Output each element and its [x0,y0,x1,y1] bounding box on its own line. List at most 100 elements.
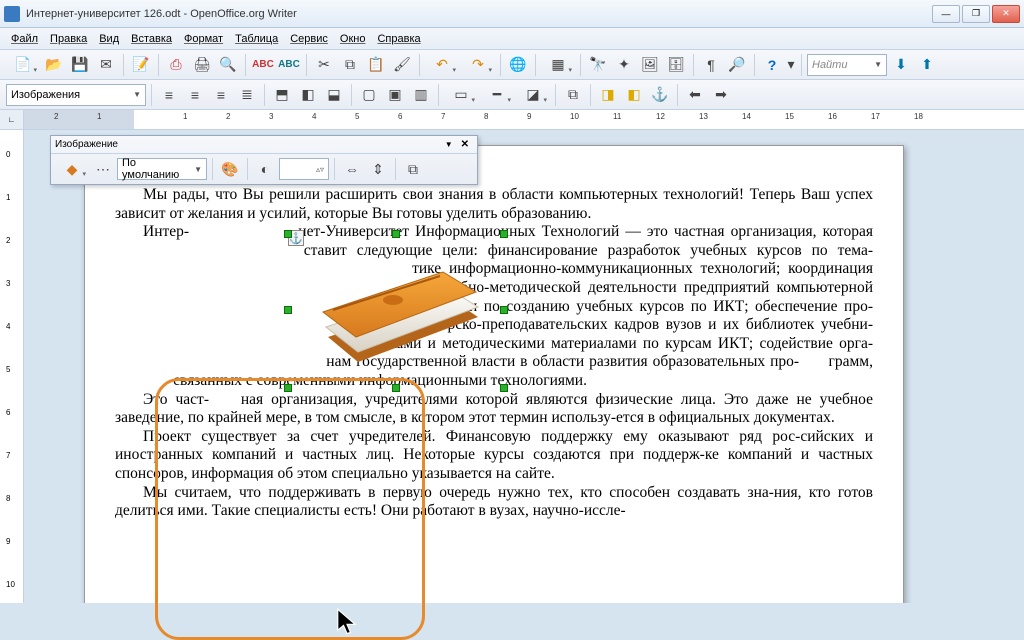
ruler-tick: 2 [54,112,58,121]
ruler-tick: 2 [226,112,230,121]
autospell-button[interactable]: ABC [277,53,301,77]
minimize-button[interactable]: — [932,5,960,23]
close-button[interactable]: ✕ [992,5,1020,23]
filter-combo-value: По умолчанию [122,157,194,181]
menu-table[interactable]: Таблица [230,31,283,47]
menu-tools[interactable]: Сервис [285,31,333,47]
open-button[interactable]: 📂 [42,53,66,77]
image-float-toolbar[interactable]: Изображение ▼ ✕ ◆ ⋯ По умолчанию▼ 🎨 ◐ ▵▿… [50,135,478,185]
cut-button[interactable]: ✂ [312,53,336,77]
align-left-button[interactable]: ≡ [157,83,181,107]
new-button[interactable]: 📄 [6,53,40,77]
color-button[interactable]: 🎨 [218,157,242,181]
align-right-button[interactable]: ≡ [209,83,233,107]
navigator-button[interactable]: ✦ [612,53,636,77]
menubar: Файл Правка Вид Вставка Формат Таблица С… [0,28,1024,50]
unchain-button[interactable]: ➡ [709,83,733,107]
wrap-page-button[interactable]: ▣ [383,83,407,107]
wrap-through-button[interactable]: ▥ [409,83,433,107]
middle-align-button[interactable]: ◧ [296,83,320,107]
menu-window[interactable]: Окно [335,31,371,47]
horizontal-ruler[interactable]: 21123456789101112131415161718 [24,110,1024,129]
filter-combo[interactable]: По умолчанию▼ [117,158,207,180]
print-button[interactable]: 🖨 [190,53,214,77]
find-next-button[interactable]: ⬇ [889,53,913,77]
image-props-button[interactable]: ⧉ [401,157,425,181]
transparency-spinner[interactable]: ▵▿ [279,158,329,180]
sel-handle-mr[interactable] [500,306,508,314]
menu-insert[interactable]: Вставка [126,31,177,47]
vruler-tick: 4 [6,322,10,331]
ruler-tick: 5 [355,112,359,121]
paragraph-3: Это част- ная организация, учредителями … [115,391,873,428]
toolbar-dropdown[interactable]: ▾ [786,53,796,77]
nonprinting-button[interactable]: ¶ [699,53,723,77]
sel-handle-ml[interactable] [284,306,292,314]
ruler-tick: 1 [97,112,101,121]
table-button[interactable]: ▦ [541,53,575,77]
embedded-image[interactable]: ⚓ [288,196,504,394]
page: Мы рады, что Вы решили расширить свои зн… [84,145,904,603]
transparency-button[interactable]: ◐ [253,157,277,181]
spellcheck-button[interactable]: ABC [251,53,275,77]
sel-handle-bl[interactable] [284,384,292,392]
align-justify-button[interactable]: ≣ [235,83,259,107]
hyperlink-button[interactable]: 🌐 [506,53,530,77]
top-align-button[interactable]: ⬒ [270,83,294,107]
flip-v-button[interactable]: ⇕ [366,157,390,181]
maximize-button[interactable]: ❐ [962,5,990,23]
annotation-cursor-icon [334,607,360,637]
format-paint-button[interactable]: 🖌 [390,53,414,77]
find-button[interactable]: 🔭 [586,53,610,77]
float-toolbar-close[interactable]: ✕ [457,139,473,150]
sel-handle-br[interactable] [500,384,508,392]
datasources-button[interactable]: 🗄 [664,53,688,77]
find-prev-button[interactable]: ⬆ [915,53,939,77]
ruler-tick: 4 [312,112,316,121]
float-toolbar-title[interactable]: Изображение ▼ ✕ [51,136,477,154]
style-combo[interactable]: Изображения▼ [6,84,146,106]
gallery-button[interactable]: 🖼 [638,53,662,77]
sel-handle-tr[interactable] [500,230,508,238]
float-toolbar-dropdown[interactable]: ▼ [441,140,457,149]
bring-front-button[interactable]: ◨ [596,83,620,107]
flip-h-button[interactable]: ⇔ [340,157,364,181]
align-center-button[interactable]: ≡ [183,83,207,107]
border-color-button[interactable]: ◪ [516,83,550,107]
frame-props-button[interactable]: ⧉ [561,83,585,107]
border-style-button[interactable]: ▭ [444,83,478,107]
save-button[interactable]: 💾 [68,53,92,77]
border-width-button[interactable]: ━ [480,83,514,107]
email-button[interactable]: ✉ [94,53,118,77]
menu-format[interactable]: Формат [179,31,228,47]
menu-edit[interactable]: Правка [45,31,92,47]
wrap-off-button[interactable]: ▢ [357,83,381,107]
graphics-mode-button[interactable]: ⋯ [91,157,115,181]
search-combo[interactable]: Найти▼ [807,54,887,76]
anchor-button[interactable]: ⚓ [648,83,672,107]
edit-file-button[interactable]: 📝 [129,53,153,77]
pdf-button[interactable]: ⎙ [164,53,188,77]
zoom-button[interactable]: 🔎 [725,53,749,77]
paste-button[interactable]: 📋 [364,53,388,77]
copy-button[interactable]: ⧉ [338,53,362,77]
send-back-button[interactable]: ◧ [622,83,646,107]
chain-button[interactable]: ⬅ [683,83,707,107]
undo-button[interactable]: ↶ [425,53,459,77]
document-viewport[interactable]: Мы рады, что Вы решили расширить свои зн… [24,130,1024,603]
menu-help[interactable]: Справка [372,31,425,47]
filter-button[interactable]: ◆ [55,157,89,181]
ruler-tick: 14 [742,112,751,121]
help-button[interactable]: ? [760,53,784,77]
menu-file[interactable]: Файл [6,31,43,47]
preview-button[interactable]: 🔍 [216,53,240,77]
book-icon [298,232,498,382]
sel-handle-tl[interactable] [284,230,292,238]
vertical-ruler[interactable]: 012345678910 [0,130,24,603]
bottom-align-button[interactable]: ⬓ [322,83,346,107]
menu-view[interactable]: Вид [94,31,124,47]
redo-button[interactable]: ↷ [461,53,495,77]
sel-handle-bc[interactable] [392,384,400,392]
vruler-tick: 8 [6,494,10,503]
formatting-toolbar: Изображения▼ ≡ ≡ ≡ ≣ ⬒ ◧ ⬓ ▢ ▣ ▥ ▭ ━ ◪ ⧉… [0,80,1024,110]
